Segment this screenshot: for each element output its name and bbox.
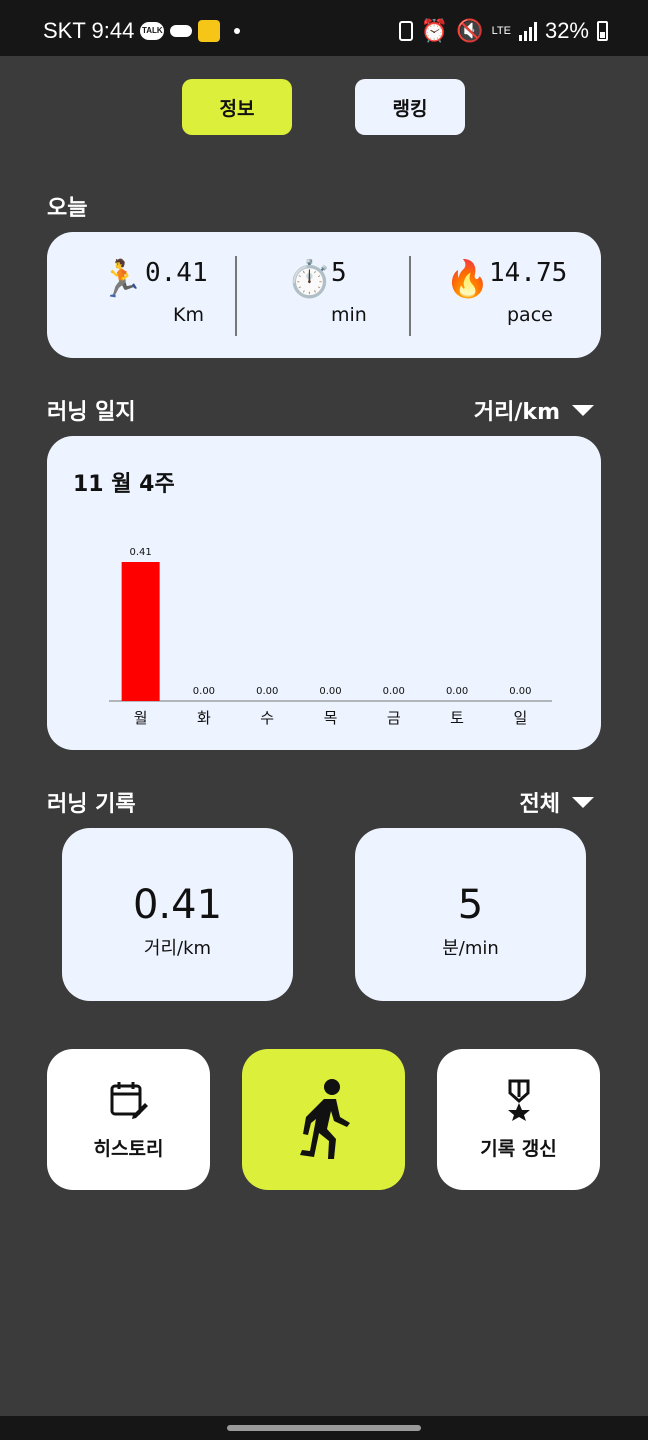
status-bar: SKT 9:44 TALK ⏰ 🔇 LTE 32% — [0, 0, 648, 56]
weekly-chart-card: 11 월 4주 0.41 월 0.00 화 0.00 수 0.00 목 0.00 금 0.00 토 0.… — [47, 436, 601, 750]
total-time-value: 5 — [457, 882, 484, 928]
bar-value-label: 0.00 — [509, 686, 531, 697]
x-tick-label: 목 — [324, 709, 338, 727]
today-pace-stat: 🔥 14.75 pace — [445, 232, 595, 358]
total-time-unit: 분/min — [442, 938, 499, 959]
caret-down-icon — [572, 796, 594, 808]
battery-saver-icon — [398, 21, 413, 41]
battery-percent: 32% — [544, 18, 589, 43]
medal-icon — [507, 1079, 530, 1121]
status-bar-right: ⏰ 🔇 LTE 32% — [398, 18, 608, 44]
record-update-button[interactable]: 기록 갱신 — [437, 1049, 600, 1190]
signal-icon — [518, 21, 537, 41]
x-tick-label: 수 — [260, 709, 274, 727]
divider — [235, 256, 237, 336]
bar-value-label: 0.00 — [193, 686, 215, 697]
weekly-bar-chart: 0.41 월 0.00 화 0.00 수 0.00 목 0.00 금 0.00 토 0.00 일 — [109, 547, 552, 727]
mute-icon: 🔇 — [456, 18, 484, 43]
x-tick-label: 일 — [513, 709, 527, 727]
today-stats-card: 🏃 0.41 Km ⏱️ 5 min 🔥 14.75 pace — [47, 232, 601, 358]
cloud-icon — [170, 25, 193, 37]
tab-info[interactable]: 정보 — [182, 79, 292, 135]
home-gesture-handle[interactable] — [227, 1425, 421, 1431]
fire-icon: 🔥 — [445, 259, 490, 300]
records-title: 러닝 기록 — [47, 792, 136, 817]
divider — [409, 256, 411, 336]
today-distance-value: 0.41 — [145, 258, 208, 288]
records-period-dropdown[interactable]: 전체 — [520, 786, 594, 818]
total-distance-value: 0.41 — [132, 882, 223, 928]
bar-value-label: 0.00 — [319, 686, 341, 697]
x-tick-label: 토 — [450, 709, 464, 727]
total-distance-unit: 거리/km — [143, 938, 212, 959]
x-tick-label: 월 — [134, 709, 148, 727]
running-person-icon — [299, 1079, 350, 1159]
total-distance-card: 0.41 거리/km — [62, 828, 293, 1001]
journal-title: 러닝 일지 — [47, 400, 136, 425]
runner-icon: 🏃 — [99, 259, 144, 300]
caret-down-icon — [572, 404, 594, 416]
more-notifications-dot-icon — [234, 28, 241, 34]
start-run-button[interactable] — [242, 1049, 405, 1190]
bar-value-label: 0.00 — [383, 686, 405, 697]
app-notification-icon — [198, 20, 221, 42]
records-dropdown-label: 전체 — [519, 792, 560, 817]
alarm-icon: ⏰ — [420, 18, 449, 43]
today-time-stat: ⏱️ 5 min — [287, 232, 417, 358]
today-distance-unit: Km — [173, 304, 204, 326]
x-tick-label: 금 — [387, 709, 401, 727]
journal-dropdown-label: 거리/km — [473, 400, 560, 425]
today-pace-value: 14.75 — [489, 258, 568, 288]
history-button[interactable]: 히스토리 — [47, 1049, 210, 1190]
history-label: 히스토리 — [93, 1138, 164, 1160]
status-bar-left: SKT 9:44 TALK — [43, 18, 241, 44]
bar-value-label: 0.00 — [256, 686, 278, 697]
total-time-card: 5 분/min — [355, 828, 586, 1001]
battery-icon — [597, 21, 608, 41]
bar-1 — [121, 562, 160, 701]
bar-value-label: 0.41 — [130, 547, 152, 558]
today-time-value: 5 — [331, 258, 347, 288]
tab-ranking[interactable]: 랭킹 — [355, 79, 465, 135]
x-tick-label: 화 — [197, 709, 211, 727]
calendar-edit-icon — [110, 1082, 148, 1119]
stopwatch-icon: ⏱️ — [287, 259, 332, 300]
today-pace-unit: pace — [507, 304, 553, 326]
carrier-time: SKT 9:44 — [43, 18, 135, 43]
kakaotalk-icon: TALK — [140, 22, 165, 40]
journal-metric-dropdown[interactable]: 거리/km — [474, 394, 594, 426]
system-nav-bar — [0, 1416, 648, 1440]
record-update-label: 기록 갱신 — [480, 1138, 557, 1160]
lte-icon: LTE — [491, 24, 511, 37]
bar-value-label: 0.00 — [446, 686, 468, 697]
today-title: 오늘 — [47, 196, 88, 221]
today-distance-stat: 🏃 0.41 Km — [99, 232, 239, 358]
today-time-unit: min — [331, 304, 367, 326]
